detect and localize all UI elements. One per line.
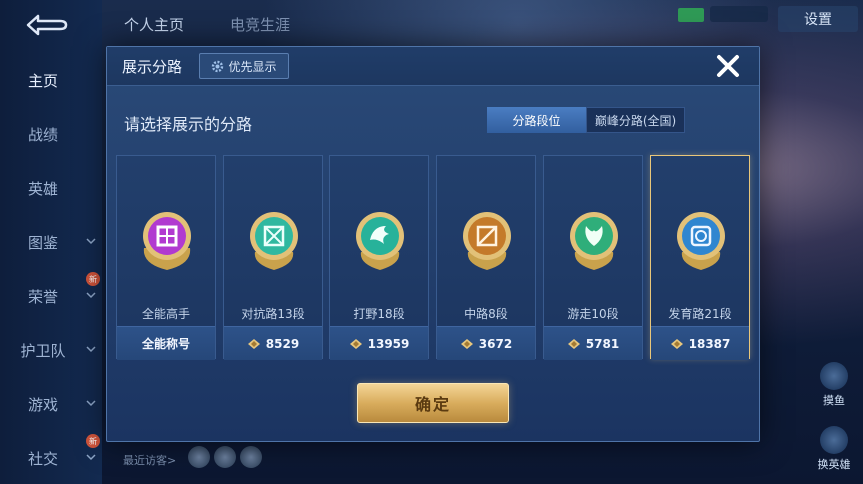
lane-footer: 18387	[651, 326, 749, 360]
sidebar-item-label: 战绩	[27, 125, 58, 144]
lane-points: 18387	[688, 336, 731, 351]
currency-pill	[710, 6, 768, 22]
sidebar-item-label: 社交	[27, 449, 58, 468]
sidebar-item-home[interactable]: 主页	[0, 66, 102, 94]
confirm-button[interactable]: 确定	[357, 383, 509, 423]
peak-points-icon	[567, 338, 580, 349]
sidebar-item-game[interactable]: 游戏	[0, 390, 102, 418]
lane-points: 13959	[367, 336, 410, 351]
allround-emblem-icon	[143, 212, 191, 270]
sidebar-item-label: 主页	[27, 71, 58, 90]
slacking-button[interactable]: 摸鱼	[814, 362, 854, 408]
gear-icon	[212, 60, 224, 72]
lane-name: 发育路21段	[668, 307, 732, 321]
lane-points: 3672	[478, 336, 513, 351]
lane-footer: 8529	[224, 326, 322, 360]
tab-profile[interactable]: 个人主页	[124, 14, 184, 35]
dialog-title: 展示分路	[122, 58, 183, 76]
chevron-down-icon	[86, 346, 96, 353]
lane-name: 对抗路13段	[241, 307, 305, 321]
lane-card-list: 全能高手 全能称号 对抗路13段 8529 打野18段 13959 中路8段 3…	[116, 155, 750, 360]
dialog-header: 展示分路 优先显示	[107, 47, 759, 86]
lane-points: 8529	[265, 336, 300, 351]
lane-footer: 3672	[437, 326, 535, 360]
new-badge: 新	[86, 434, 100, 448]
lane-name: 中路8段	[464, 307, 508, 321]
back-arrow-icon[interactable]	[24, 12, 68, 38]
sidebar-item-honor[interactable]: 荣誉	[0, 282, 102, 310]
roam-emblem-icon	[570, 212, 618, 270]
lane-footer-text: 全能称号	[141, 337, 190, 351]
avatar[interactable]	[188, 446, 210, 468]
chevron-down-icon	[86, 454, 96, 461]
hero-icon	[820, 426, 848, 454]
peak-points-icon	[247, 338, 260, 349]
lane-card-roam[interactable]: 游走10段 5781	[543, 155, 643, 360]
peak-points-icon	[460, 338, 473, 349]
network-signal-icon	[678, 8, 704, 22]
sidebar-item-label: 英雄	[27, 179, 58, 198]
lane-card-farm[interactable]: 发育路21段 18387	[650, 155, 750, 360]
switch-hero-button[interactable]: 换英雄	[810, 426, 858, 472]
avatar[interactable]	[240, 446, 262, 468]
lane-footer: 全能称号	[117, 326, 215, 360]
lane-name: 全能高手	[141, 307, 190, 321]
tab-esports-career[interactable]: 电竞生涯	[230, 14, 290, 35]
slacking-label: 摸鱼	[823, 394, 845, 407]
recent-visitors-link[interactable]: 最近访客>	[123, 452, 176, 468]
lane-card-jungle[interactable]: 打野18段 13959	[329, 155, 429, 360]
sidebar-item-label: 荣誉	[27, 287, 58, 306]
settings-button[interactable]: 设置	[778, 6, 858, 32]
lane-points: 5781	[585, 336, 620, 351]
lane-card-clash[interactable]: 对抗路13段 8529	[223, 155, 323, 360]
sidebar-item-codex[interactable]: 图鉴	[0, 228, 102, 256]
sidebar-item-label: 图鉴	[27, 233, 58, 252]
sidebar-item-guard[interactable]: 护卫队	[0, 336, 102, 364]
lane-footer: 13959	[330, 326, 428, 360]
peak-points-icon	[670, 338, 683, 349]
close-icon[interactable]	[713, 51, 743, 81]
lane-name: 打野18段	[353, 307, 405, 321]
switch-hero-label: 换英雄	[817, 458, 851, 471]
clash-lane-emblem-icon	[250, 212, 298, 270]
sidebar-item-record[interactable]: 战绩	[0, 120, 102, 148]
mid-lane-emblem-icon	[463, 212, 511, 270]
jungle-emblem-icon	[356, 212, 404, 270]
avatar[interactable]	[214, 446, 236, 468]
dialog-subtitle: 请选择展示的分路	[124, 115, 253, 134]
priority-display-button[interactable]: 优先显示	[199, 53, 289, 79]
sidebar-item-heroes[interactable]: 英雄	[0, 174, 102, 202]
new-badge: 新	[86, 272, 100, 286]
chevron-down-icon	[86, 292, 96, 299]
lane-card-mid[interactable]: 中路8段 3672	[436, 155, 536, 360]
tab-lane-rank[interactable]: 分路段位	[487, 107, 586, 133]
lane-footer: 5781	[544, 326, 642, 360]
sidebar-item-social[interactable]: 社交	[0, 444, 102, 472]
priority-display-label: 优先显示	[228, 59, 277, 74]
farm-lane-emblem-icon	[677, 212, 725, 270]
peak-points-icon	[349, 338, 362, 349]
sidebar-item-label: 游戏	[27, 395, 58, 414]
sidebar-item-label: 护卫队	[20, 341, 66, 360]
chevron-down-icon	[86, 400, 96, 407]
sidebar: 主页 战绩 英雄 图鉴 荣誉 新 护卫队 游戏 社交 新	[0, 0, 102, 484]
fish-icon	[820, 362, 848, 390]
tab-peak-lane-national[interactable]: 巅峰分路(全国)	[586, 107, 685, 133]
lane-display-dialog: 展示分路 优先显示 请选择展示的分路 分路段位 巅峰分路(全国) 全能高手 全能…	[106, 46, 760, 442]
lane-card-allround[interactable]: 全能高手 全能称号	[116, 155, 216, 360]
chevron-down-icon	[86, 238, 96, 245]
lane-name: 游走10段	[567, 307, 619, 321]
